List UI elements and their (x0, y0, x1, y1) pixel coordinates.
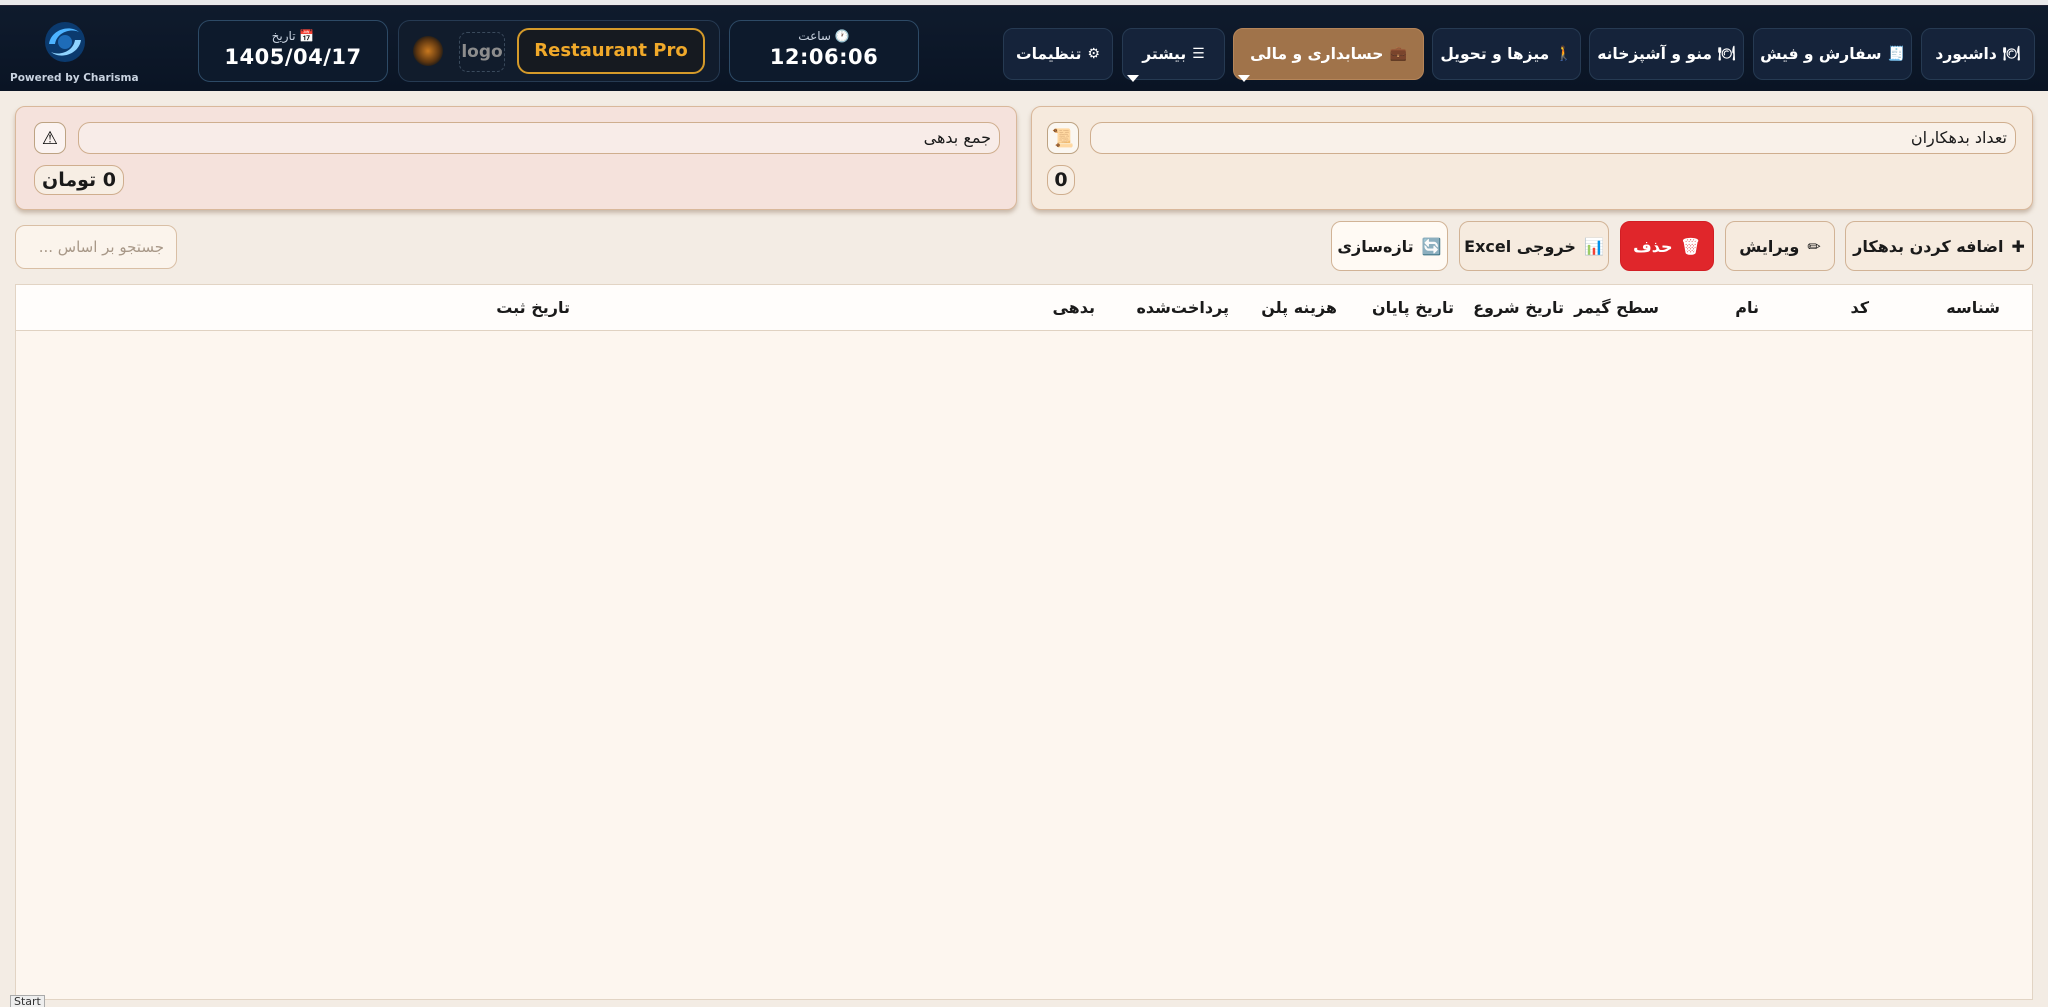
top-navbar: Powered by Charisma تاریخ 📅 1405/04/17 l… (0, 5, 2048, 91)
debtors-table: شناسه کد نام سطح گیمر تاریخ شروع تاریخ پ… (15, 284, 2033, 1000)
column-header-start-date[interactable]: تاریخ شروع (1473, 298, 1564, 317)
dining-icon: 🍽 (1718, 46, 1736, 62)
refresh-label: تازه‌سازی (1337, 236, 1414, 256)
time-display: ساعت 🕐 12:06:06 (729, 20, 919, 82)
time-value: 12:06:06 (769, 45, 879, 69)
person-icon: 🚶 (1555, 46, 1573, 62)
total-debt-title: جمع بدهی (78, 122, 1000, 154)
column-header-plan-cost[interactable]: هزینه پلن (1261, 298, 1337, 317)
chart-icon: 📊 (1583, 236, 1604, 256)
add-debtor-label: اضافه کردن بدهکار (1853, 236, 2004, 256)
dashboard-icon: 🍽 (2002, 46, 2021, 62)
column-header-id[interactable]: شناسه (1946, 298, 2000, 317)
table-header: شناسه کد نام سطح گیمر تاریخ شروع تاریخ پ… (16, 285, 2032, 331)
chevron-down-icon (1238, 75, 1250, 82)
total-debt-value: 0 تومان (34, 165, 124, 195)
excel-export-button[interactable]: 📊 خروجی Excel (1459, 221, 1609, 271)
trash-icon: 🗑 (1680, 236, 1701, 256)
refresh-button[interactable]: 🔄 تازه‌سازی (1331, 221, 1448, 271)
column-header-gamer-level[interactable]: سطح گیمر (1574, 298, 1659, 317)
date-display: تاریخ 📅 1405/04/17 (198, 20, 388, 82)
powered-by-text: Powered by Charisma (10, 72, 139, 84)
delete-button[interactable]: 🗑 حذف (1620, 221, 1714, 271)
column-header-debt[interactable]: بدهی (1052, 298, 1095, 317)
restaurant-logo-icon (413, 36, 443, 66)
nav-settings-button[interactable]: ⚙ تنظیمات (1003, 28, 1113, 80)
add-debtor-button[interactable]: ✚ اضافه کردن بدهکار (1845, 221, 2033, 271)
nav-accounting-label: حسابداری و مالی (1250, 45, 1384, 63)
warning-icon: ⚠ (34, 122, 66, 154)
nav-tables-delivery-label: میزها و تحویل (1440, 45, 1550, 63)
date-value: 1405/04/17 (224, 45, 362, 69)
nav-tables-delivery-button[interactable]: 🚶 میزها و تحویل (1432, 28, 1581, 80)
debtor-count-value: 0 (1047, 165, 1075, 195)
refresh-icon: 🔄 (1421, 236, 1442, 256)
nav-dashboard-button[interactable]: 🍽 داشبورد (1921, 28, 2035, 80)
receipt-icon: 🧾 (1887, 46, 1905, 62)
column-header-name[interactable]: نام (1735, 298, 1759, 317)
nav-accounting-button[interactable]: 💼 حسابداری و مالی (1233, 28, 1424, 82)
search-input[interactable] (15, 225, 177, 269)
debtor-count-title: تعداد بدهکاران (1090, 122, 2016, 154)
column-header-end-date[interactable]: تاریخ پایان (1372, 298, 1454, 317)
pencil-icon: ✏ (1807, 236, 1821, 256)
brand-block: Powered by Charisma (10, 20, 139, 86)
column-header-created-date[interactable]: تاریخ ثبت (496, 298, 570, 317)
scroll-icon: 📜 (1047, 122, 1079, 154)
nav-dashboard-label: داشبورد (1935, 45, 1997, 63)
charisma-logo-icon (45, 22, 85, 62)
plus-icon: ✚ (2011, 236, 2025, 256)
nav-more-label: بیشتر (1142, 45, 1187, 63)
nav-settings-label: تنظیمات (1016, 45, 1082, 63)
chevron-down-icon (1127, 75, 1139, 82)
app-name-badge: Restaurant Pro (517, 28, 705, 74)
nav-menu-kitchen-label: منو و آشپزخانه (1597, 45, 1713, 63)
gear-icon: ⚙ (1087, 46, 1100, 62)
briefcase-icon: 💼 (1389, 46, 1407, 62)
total-debt-card: ⚠ جمع بدهی 0 تومان (15, 106, 1017, 210)
excel-export-label: خروجی Excel (1464, 236, 1576, 256)
time-label: ساعت 🕐 (798, 29, 850, 43)
nav-menu-kitchen-button[interactable]: 🍽 منو و آشپزخانه (1589, 28, 1744, 80)
edit-label: ویرایش (1739, 236, 1800, 256)
date-label: تاریخ 📅 (271, 29, 315, 43)
column-header-code[interactable]: کد (1850, 298, 1869, 317)
start-label: Start (10, 995, 45, 1007)
logo-block: logo Restaurant Pro (398, 20, 720, 82)
edit-button[interactable]: ✏ ویرایش (1725, 221, 1835, 271)
logo-placeholder: logo (459, 32, 505, 72)
nav-orders-button[interactable]: 🧾 سفارش و فیش (1753, 28, 1912, 80)
column-header-paid[interactable]: پرداخت‌شده (1136, 298, 1229, 317)
menu-icon: ☰ (1192, 46, 1205, 62)
nav-orders-label: سفارش و فیش (1760, 45, 1882, 63)
nav-more-button[interactable]: ☰ بیشتر (1122, 28, 1225, 82)
delete-label: حذف (1633, 236, 1673, 256)
debtor-count-card: 📜 تعداد بدهکاران 0 (1031, 106, 2033, 210)
